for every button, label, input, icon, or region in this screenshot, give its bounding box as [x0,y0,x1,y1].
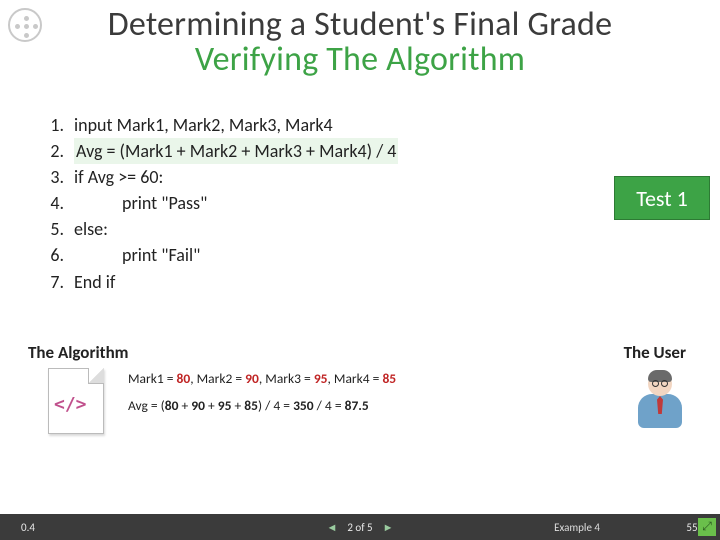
footer-version: 0.4 [0,521,56,534]
algo-step: 7.End if [40,269,398,295]
calculation-text: Mark1 = 80, Mark2 = 90, Mark3 = 95, Mark… [128,370,396,424]
user-avatar-icon [634,370,686,438]
slide: Determining a Student's Final Grade Veri… [0,0,720,540]
next-button[interactable]: ► [383,521,394,534]
prev-button[interactable]: ◄ [326,521,337,534]
expand-button[interactable]: ⤢ [698,518,716,536]
calc-inputs: Mark1 = 80, Mark2 = 90, Mark3 = 95, Mark… [128,370,396,387]
algo-step: 5.else: [40,216,398,242]
label-the-user: The User [624,342,686,363]
label-the-algorithm: The Algorithm [28,342,129,363]
code-document-icon: </> [48,368,104,434]
title-line2: Verifying The Algorithm [0,39,720,80]
footer-bar: 0.4 ◄ 2 of 5 ► Example 4 55 [0,514,720,540]
algo-step: 2.Avg = (Mark1 + Mark2 + Mark3 + Mark4) … [40,138,398,164]
algo-step: 4.print "Pass" [40,190,398,216]
algo-step: 6.print "Fail" [40,242,398,268]
calc-avg: Avg = (80 + 90 + 95 + 85) / 4 = 350 / 4 … [128,397,396,414]
algorithm-list: 1.input Mark1, Mark2, Mark3, Mark4 2.Avg… [40,112,398,295]
pager-text: 2 of 5 [347,521,372,534]
title-area: Determining a Student's Final Grade Veri… [0,0,720,80]
algo-step: 1.input Mark1, Mark2, Mark3, Mark4 [40,112,398,138]
expand-icon: ⤢ [702,520,712,534]
decorative-dots-icon [8,8,42,42]
algo-step: 3.if Avg >= 60: [40,164,398,190]
test-badge: Test 1 [614,176,710,220]
footer-example-label: Example 4 [554,521,600,534]
